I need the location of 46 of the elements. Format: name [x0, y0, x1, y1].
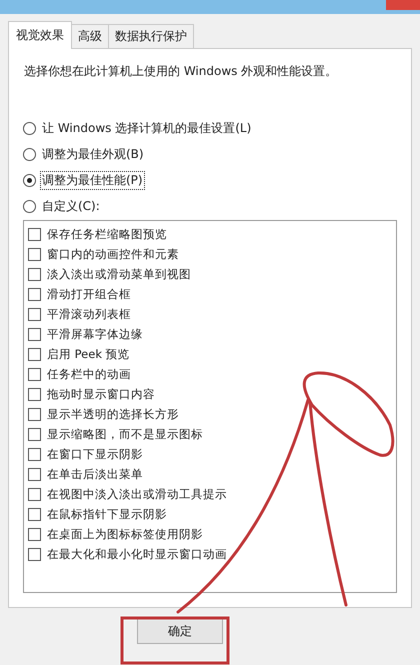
radio-button[interactable] — [23, 200, 36, 212]
checkbox-label[interactable]: 在最大化和最小化时显示窗口动画 — [47, 546, 227, 562]
checkbox[interactable] — [28, 328, 41, 340]
radio-label[interactable]: 调整为最佳外观(B) — [40, 144, 146, 164]
radio-label[interactable]: 让 Windows 选择计算机的最佳设置(L) — [40, 118, 254, 138]
checkbox[interactable] — [28, 428, 41, 440]
checkbox-label[interactable]: 在视图中淡入淡出或滑动工具提示 — [47, 486, 227, 502]
ok-button[interactable]: 确定 — [137, 618, 223, 644]
radio-button[interactable] — [23, 122, 36, 134]
checkbox-label[interactable]: 窗口内的动画控件和元素 — [47, 246, 179, 262]
checkbox[interactable] — [28, 508, 41, 520]
checkbox-label[interactable]: 在桌面上为图标标签使用阴影 — [47, 526, 203, 542]
checkbox-label[interactable]: 平滑屏幕字体边缘 — [47, 326, 143, 342]
checkbox[interactable] — [28, 408, 41, 420]
description-text: 选择你想在此计算机上使用的 Windows 外观和性能设置。 — [24, 63, 338, 80]
checkbox-label[interactable]: 在鼠标指针下显示阴影 — [47, 506, 167, 522]
checkbox-label[interactable]: 在窗口下显示阴影 — [47, 446, 143, 462]
checkbox[interactable] — [28, 248, 41, 260]
checkbox-label[interactable]: 保存任务栏缩略图预览 — [47, 226, 167, 242]
checkbox[interactable] — [28, 228, 41, 240]
checkbox-label[interactable]: 显示缩略图，而不是显示图标 — [47, 426, 203, 442]
checkbox[interactable] — [28, 448, 41, 460]
checkbox-label[interactable]: 显示半透明的选择长方形 — [47, 406, 179, 422]
radio-button[interactable] — [23, 174, 36, 186]
radio-button[interactable] — [23, 148, 36, 160]
tab[interactable]: 数据执行保护 — [108, 24, 194, 48]
tab[interactable]: 视觉效果 — [8, 21, 72, 49]
checkbox[interactable] — [28, 268, 41, 280]
checkbox[interactable] — [28, 528, 41, 540]
checkbox[interactable] — [28, 488, 41, 500]
checkbox[interactable] — [28, 288, 41, 300]
checkbox-label[interactable]: 滑动打开组合框 — [47, 286, 131, 302]
checkbox[interactable] — [28, 468, 41, 480]
checkbox[interactable] — [28, 348, 41, 360]
radio-label[interactable]: 自定义(C): — [40, 196, 102, 216]
checkbox-label[interactable]: 启用 Peek 预览 — [47, 346, 130, 362]
checkbox[interactable] — [28, 548, 41, 560]
checkbox[interactable] — [28, 308, 41, 320]
checkbox-label[interactable]: 拖动时显示窗口内容 — [47, 386, 155, 402]
checkbox-label[interactable]: 在单击后淡出菜单 — [47, 466, 143, 482]
checkbox-label[interactable]: 淡入淡出或滑动菜单到视图 — [47, 266, 191, 282]
checkbox[interactable] — [28, 388, 41, 400]
checkbox-label[interactable]: 平滑滚动列表框 — [47, 306, 131, 322]
radio-label[interactable]: 调整为最佳性能(P) — [40, 170, 145, 190]
checkbox-label[interactable]: 任务栏中的动画 — [47, 366, 131, 382]
checkbox[interactable] — [28, 368, 41, 380]
